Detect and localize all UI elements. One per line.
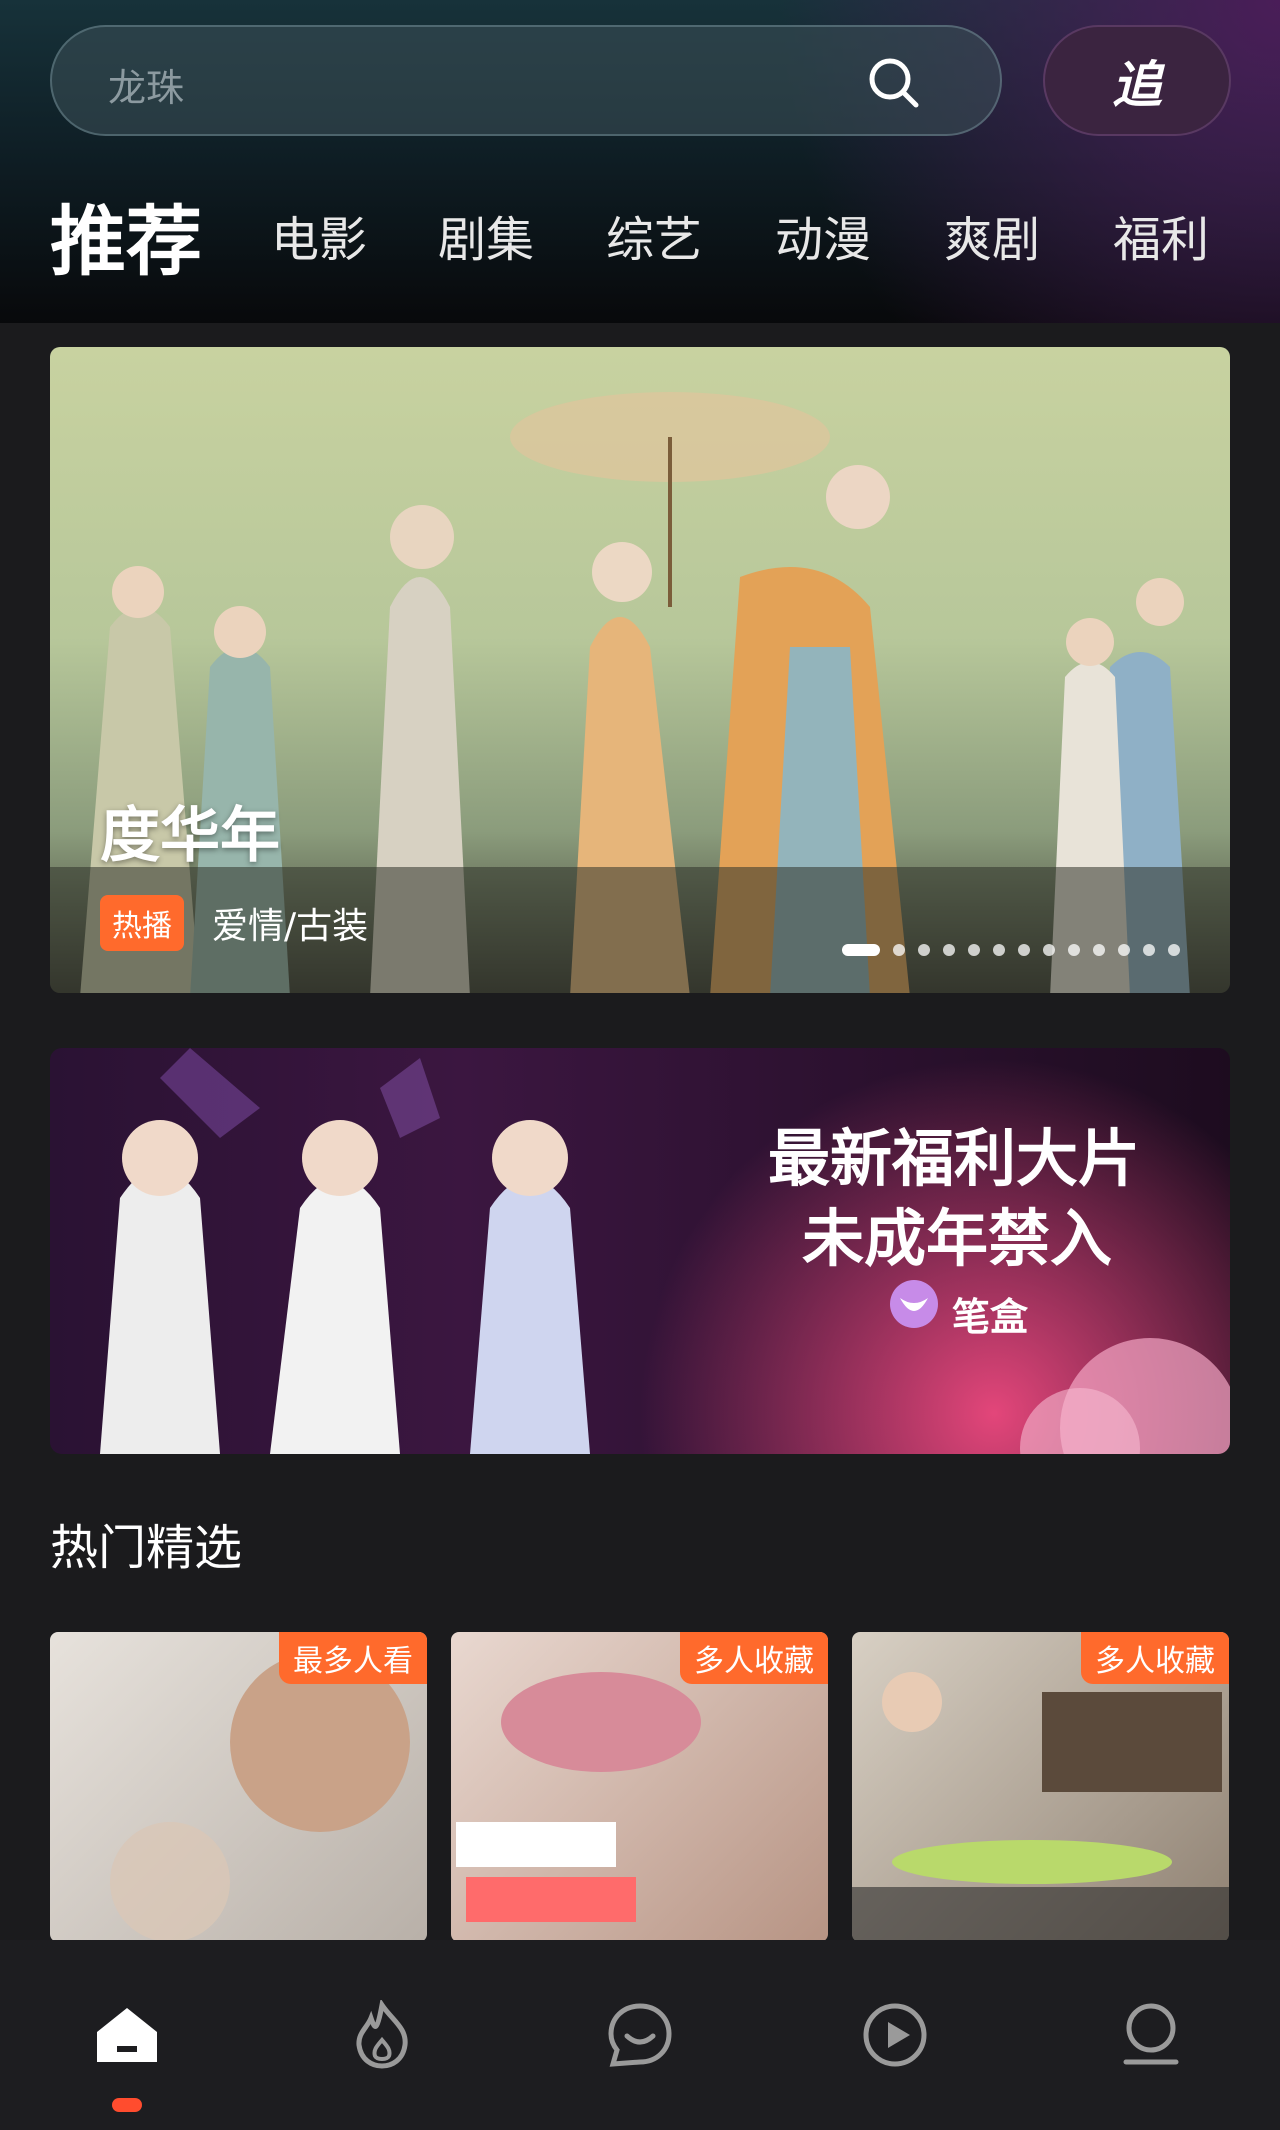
section-title: 热门精选 bbox=[50, 1520, 243, 1576]
search-icon[interactable] bbox=[866, 55, 922, 111]
active-tab-indicator bbox=[112, 2098, 142, 2112]
search-bar[interactable]: 龙珠 bbox=[50, 25, 1002, 136]
promo-banner[interactable]: 最新福利大片 未成年禁入 笔盒 bbox=[50, 1048, 1230, 1454]
video-card[interactable]: 多人收藏 bbox=[451, 1632, 828, 1942]
promo-brand: 笔盒 bbox=[952, 1295, 1029, 1339]
brand-logo-icon bbox=[890, 1280, 938, 1328]
carousel-dot[interactable] bbox=[1118, 944, 1130, 956]
carousel-dot[interactable] bbox=[1168, 944, 1180, 956]
tab-variety[interactable]: 综艺 bbox=[606, 200, 702, 270]
carousel-dot[interactable] bbox=[968, 944, 980, 956]
carousel-indicator[interactable] bbox=[842, 944, 1180, 956]
tab-welfare[interactable]: 福利 bbox=[1113, 200, 1209, 270]
card-tag: 多人收藏 bbox=[680, 1632, 828, 1684]
fire-icon[interactable] bbox=[347, 2000, 417, 2070]
video-card[interactable]: 最多人看 bbox=[50, 1632, 427, 1942]
tab-short-drama[interactable]: 爽剧 bbox=[944, 200, 1040, 270]
search-placeholder: 龙珠 bbox=[108, 66, 185, 110]
card-tag: 多人收藏 bbox=[1081, 1632, 1229, 1684]
banner-genre: 爱情/古装 bbox=[212, 906, 369, 947]
carousel-dot[interactable] bbox=[1043, 944, 1055, 956]
carousel-dot[interactable] bbox=[1093, 944, 1105, 956]
carousel-dot[interactable] bbox=[893, 944, 905, 956]
banner-title: 度华年 bbox=[100, 801, 280, 871]
top-header: 龙珠 追 推荐 电影 剧集 综艺 动漫 爽剧 福利 bbox=[0, 0, 1280, 323]
promo-headline: 最新福利大片 bbox=[768, 1122, 1141, 1195]
tab-anime[interactable]: 动漫 bbox=[775, 200, 871, 270]
bottom-tab-bar bbox=[0, 1940, 1280, 2130]
play-icon[interactable] bbox=[860, 2000, 930, 2070]
carousel-dot[interactable] bbox=[1068, 944, 1080, 956]
card-tag: 最多人看 bbox=[279, 1632, 427, 1684]
carousel-dot[interactable] bbox=[842, 944, 880, 956]
carousel-dot[interactable] bbox=[918, 944, 930, 956]
tab-movies[interactable]: 电影 bbox=[271, 200, 367, 270]
hot-badge: 热播 bbox=[100, 895, 184, 951]
carousel-dot[interactable] bbox=[1018, 944, 1030, 956]
chat-icon[interactable] bbox=[605, 2000, 675, 2070]
profile-icon[interactable] bbox=[1116, 2000, 1186, 2070]
carousel-dot[interactable] bbox=[1143, 944, 1155, 956]
promo-subheadline: 未成年禁入 bbox=[802, 1202, 1113, 1275]
category-tabs: 推荐 电影 剧集 综艺 动漫 爽剧 福利 bbox=[0, 180, 1280, 286]
home-icon[interactable] bbox=[92, 2000, 162, 2070]
tab-recommend[interactable]: 推荐 bbox=[50, 180, 202, 290]
track-button-label: 追 bbox=[1112, 55, 1162, 114]
featured-banner[interactable]: 度华年 热播 爱情/古装 bbox=[50, 347, 1230, 993]
video-card[interactable]: 多人收藏 bbox=[852, 1632, 1229, 1942]
carousel-dot[interactable] bbox=[943, 944, 955, 956]
track-button[interactable]: 追 bbox=[1043, 25, 1231, 136]
tab-series[interactable]: 剧集 bbox=[438, 200, 534, 270]
carousel-dot[interactable] bbox=[993, 944, 1005, 956]
